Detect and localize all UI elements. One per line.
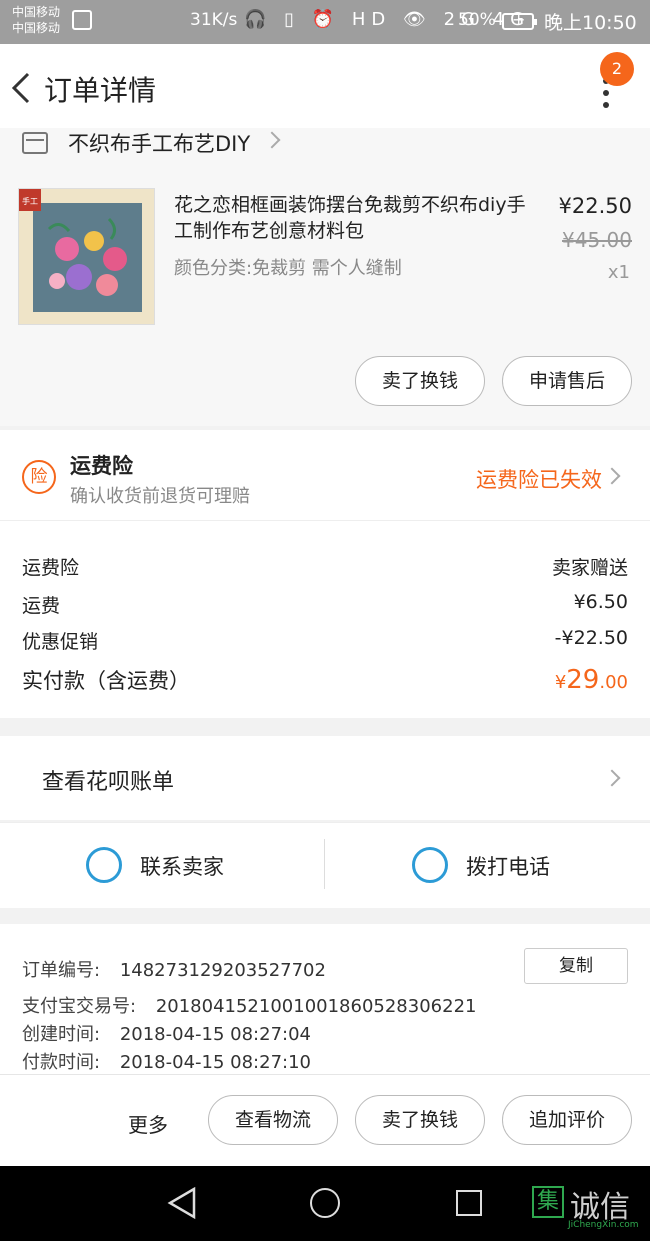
nav-recent-icon[interactable] bbox=[456, 1190, 482, 1216]
order-info: 订单编号: 148273129203527702 复制 支付宝交易号: 2018… bbox=[0, 924, 650, 1074]
status-bar: 中国移动 中国移动 31K/s 🎧 ▯ ⏰ HD 👁 2G 4G 50% + 晚… bbox=[0, 0, 650, 44]
watermark-logo: 集 诚信 JiChengXin.com bbox=[532, 1180, 650, 1230]
summary-value: 卖家赠送 bbox=[551, 557, 628, 579]
order-number-label: 订单编号: bbox=[22, 960, 101, 981]
created-time-label: 创建时间: bbox=[22, 1024, 101, 1045]
huabei-label: 查看花呗账单 bbox=[42, 770, 175, 795]
title-bar: 订单详情 2 bbox=[0, 44, 650, 128]
network-speed: 31K/s bbox=[190, 10, 238, 30]
notification-badge: 2 bbox=[600, 52, 634, 86]
total-amount: ¥29.00 bbox=[555, 665, 628, 695]
summary-label: 优惠促销 bbox=[22, 631, 99, 653]
summary-row: 运费险 卖家赠送 bbox=[22, 553, 628, 580]
summary-value: ¥6.50 bbox=[573, 591, 628, 613]
resell-item-button[interactable]: 卖了换钱 bbox=[355, 356, 485, 406]
chevron-right-icon bbox=[263, 131, 281, 149]
insurance-status: 运费险已失效 bbox=[476, 468, 602, 492]
copy-button[interactable]: 复制 bbox=[524, 948, 628, 984]
battery-percent: 50% bbox=[458, 10, 496, 30]
summary-row: 运费 ¥6.50 bbox=[22, 591, 628, 618]
alipay-number-label: 支付宝交易号: bbox=[22, 996, 137, 1017]
thumb-badge: 手工 bbox=[22, 196, 38, 206]
shipping-insurance-row[interactable]: 险 运费险 确认收货前退货可理赔 运费险已失效 bbox=[0, 430, 650, 520]
alipay-number-row: 支付宝交易号: 2018041521001001860528306221 bbox=[22, 992, 476, 1018]
product-price: ¥22.50 bbox=[558, 194, 632, 218]
resell-button[interactable]: 卖了换钱 bbox=[355, 1095, 485, 1145]
total-row: 实付款（含运费） ¥29.00 bbox=[22, 665, 628, 695]
view-logistics-button[interactable]: 查看物流 bbox=[208, 1095, 338, 1145]
product-original-price: ¥45.00 bbox=[562, 228, 632, 252]
created-time: 2018-04-15 08:27:04 bbox=[119, 1024, 311, 1045]
product-variant: 颜色分类:免裁剪 需个人缝制 bbox=[174, 258, 402, 279]
product-card: 手工 花之恋相框画装饰摆台免裁剪不织布diy手工制作布艺创意材料包 颜色分类:免… bbox=[0, 178, 650, 426]
shop-row[interactable]: 不织布手工布艺DIY bbox=[0, 128, 650, 178]
paid-time-label: 付款时间: bbox=[22, 1052, 101, 1073]
product-quantity: x1 bbox=[607, 262, 630, 283]
watermark-box: 集 bbox=[532, 1186, 564, 1218]
chevron-right-icon bbox=[603, 467, 621, 485]
phone-icon[interactable] bbox=[412, 847, 448, 883]
summary-label: 运费险 bbox=[22, 557, 80, 579]
chevron-right-icon bbox=[603, 769, 621, 787]
add-review-button[interactable]: 追加评价 bbox=[502, 1095, 632, 1145]
insurance-title: 运费险 bbox=[70, 454, 133, 478]
total-label: 实付款（含运费） bbox=[22, 669, 190, 693]
shop-name: 不织布手工布艺DIY bbox=[68, 132, 251, 156]
product-thumbnail[interactable]: 手工 bbox=[18, 188, 155, 325]
total-currency: ¥ bbox=[554, 672, 567, 693]
total-decimal: .00 bbox=[599, 672, 628, 693]
nav-back-icon[interactable] bbox=[166, 1186, 198, 1220]
order-number-row: 订单编号: 148273129203527702 bbox=[22, 956, 326, 982]
paid-time-row: 付款时间: 2018-04-15 08:27:10 bbox=[22, 1048, 311, 1074]
contact-row: 联系卖家 拨打电话 bbox=[0, 822, 650, 908]
chat-face-icon[interactable] bbox=[86, 847, 122, 883]
carrier-line-2: 中国移动 bbox=[12, 21, 61, 35]
divider bbox=[324, 839, 325, 889]
summary-row: 优惠促销 -¥22.50 bbox=[22, 627, 628, 654]
product-title[interactable]: 花之恋相框画装饰摆台免裁剪不织布diy手工制作布艺创意材料包 bbox=[174, 192, 534, 244]
product-image: 手工 bbox=[19, 189, 154, 324]
system-nav-bar: 集 诚信 JiChengXin.com bbox=[0, 1166, 650, 1241]
call-button[interactable]: 拨打电话 bbox=[466, 851, 550, 881]
summary-label: 运费 bbox=[22, 595, 61, 617]
insurance-subtitle: 确认收货前退货可理赔 bbox=[70, 486, 250, 507]
insurance-icon: 险 bbox=[22, 460, 56, 494]
created-time-row: 创建时间: 2018-04-15 08:27:04 bbox=[22, 1020, 311, 1046]
order-number: 148273129203527702 bbox=[119, 960, 326, 981]
contact-seller-button[interactable]: 联系卖家 bbox=[140, 851, 224, 881]
nav-home-icon[interactable] bbox=[310, 1188, 340, 1218]
after-sale-button[interactable]: 申请售后 bbox=[502, 356, 632, 406]
shop-icon bbox=[22, 132, 48, 154]
page-title: 订单详情 bbox=[44, 74, 157, 107]
summary-value: -¥22.50 bbox=[554, 627, 628, 649]
total-integer: 29 bbox=[566, 665, 600, 695]
alipay-number: 2018041521001001860528306221 bbox=[155, 996, 477, 1017]
more-button[interactable]: 更多 bbox=[128, 1109, 168, 1138]
clock: 晚上10:50 bbox=[544, 12, 637, 34]
bottom-action-bar: 更多 查看物流 卖了换钱 追加评价 bbox=[0, 1074, 650, 1166]
back-arrow-icon[interactable] bbox=[8, 68, 38, 108]
paid-time: 2018-04-15 08:27:10 bbox=[119, 1052, 311, 1073]
watermark-sub: JiChengXin.com bbox=[568, 1220, 639, 1230]
carrier-line-1: 中国移动 bbox=[12, 5, 61, 19]
notification-icon bbox=[72, 10, 92, 30]
huabei-bill-row[interactable]: 查看花呗账单 bbox=[0, 736, 650, 820]
battery-icon: + bbox=[502, 10, 537, 30]
carrier-info: 中国移动 中国移动 bbox=[12, 4, 60, 36]
payment-summary: 运费险 卖家赠送 运费 ¥6.50 优惠促销 -¥22.50 实付款（含运费） … bbox=[0, 520, 650, 718]
